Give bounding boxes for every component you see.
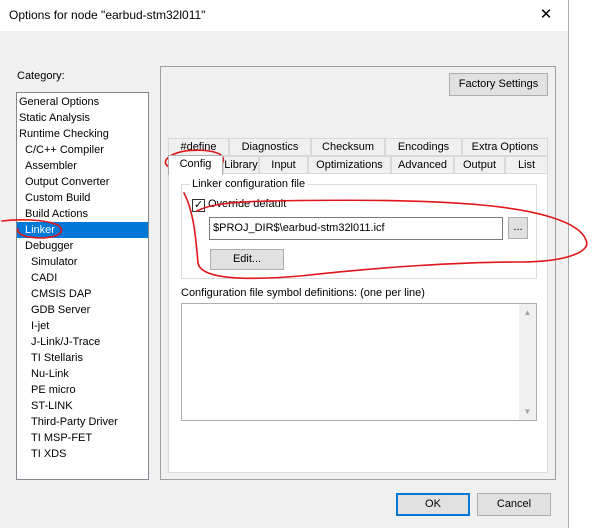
category-item-static-analysis[interactable]: Static Analysis xyxy=(17,110,148,126)
tab-library[interactable]: Library xyxy=(223,156,259,174)
category-item-nu-link[interactable]: Nu-Link xyxy=(17,366,148,382)
category-item-c-c-compiler[interactable]: C/C++ Compiler xyxy=(17,142,148,158)
category-item-gdb-server[interactable]: GDB Server xyxy=(17,302,148,318)
tab-encodings[interactable]: Encodings xyxy=(385,138,462,156)
symbol-definitions-textarea[interactable]: ▲ ▼ xyxy=(181,303,537,421)
override-default-checkbox[interactable]: ✓ xyxy=(192,199,205,212)
category-label: Category: xyxy=(17,70,65,82)
category-item-st-link[interactable]: ST-LINK xyxy=(17,398,148,414)
browse-button[interactable]: ... xyxy=(508,217,528,239)
window-title: Options for node "earbud-stm32l011" xyxy=(9,8,206,22)
tab-diagnostics[interactable]: Diagnostics xyxy=(229,138,311,156)
category-item-third-party-driver[interactable]: Third-Party Driver xyxy=(17,414,148,430)
options-dialog: Options for node "earbud-stm32l011" ✕ Ca… xyxy=(0,0,569,528)
override-default-label[interactable]: Override default xyxy=(208,198,286,210)
edit-button[interactable]: Edit... xyxy=(210,249,284,270)
category-item-debugger[interactable]: Debugger xyxy=(17,238,148,254)
category-item-general-options[interactable]: General Options xyxy=(17,94,148,110)
tab-optimizations[interactable]: Optimizations xyxy=(308,156,391,174)
close-icon[interactable]: ✕ xyxy=(534,3,558,27)
tab-extra-options[interactable]: Extra Options xyxy=(462,138,548,156)
category-item-cmsis-dap[interactable]: CMSIS DAP xyxy=(17,286,148,302)
symbol-definitions-scrollbar[interactable]: ▲ ▼ xyxy=(519,304,536,420)
scroll-down-icon[interactable]: ▼ xyxy=(519,403,536,420)
cancel-button[interactable]: Cancel xyxy=(477,493,551,516)
category-item-pe-micro[interactable]: PE micro xyxy=(17,382,148,398)
tab-list[interactable]: List xyxy=(505,156,548,174)
category-item-j-link-j-trace[interactable]: J-Link/J-Trace xyxy=(17,334,148,350)
tab-advanced[interactable]: Advanced xyxy=(391,156,454,174)
category-item-simulator[interactable]: Simulator xyxy=(17,254,148,270)
category-item-ti-msp-fet[interactable]: TI MSP-FET xyxy=(17,430,148,446)
tab-input[interactable]: Input xyxy=(259,156,308,174)
tab-config[interactable]: Config xyxy=(168,155,223,175)
category-item-assembler[interactable]: Assembler xyxy=(17,158,148,174)
scroll-up-icon[interactable]: ▲ xyxy=(519,304,536,321)
category-item-cadi[interactable]: CADI xyxy=(17,270,148,286)
category-item-ti-xds[interactable]: TI XDS xyxy=(17,446,148,462)
factory-settings-button[interactable]: Factory Settings xyxy=(449,73,548,96)
category-item-custom-build[interactable]: Custom Build xyxy=(17,190,148,206)
category-item-i-jet[interactable]: I-jet xyxy=(17,318,148,334)
category-list[interactable]: General Options Static Analysis Runtime Ch… xyxy=(16,92,149,480)
category-item-ti-stellaris[interactable]: TI Stellaris xyxy=(17,350,148,366)
tab-output[interactable]: Output xyxy=(454,156,505,174)
category-item-linker[interactable]: Linker xyxy=(17,222,148,238)
category-item-build-actions[interactable]: Build Actions xyxy=(17,206,148,222)
symbol-definitions-label: Configuration file symbol definitions: (… xyxy=(181,287,425,299)
linker-config-group-title: Linker configuration file xyxy=(190,178,308,190)
tab-define[interactable]: #define xyxy=(168,138,229,156)
category-item-runtime-checking[interactable]: Runtime Checking xyxy=(17,126,148,142)
config-file-path-input[interactable]: $PROJ_DIR$\earbud-stm32l011.icf xyxy=(209,217,503,240)
title-bar: Options for node "earbud-stm32l011" ✕ xyxy=(0,0,568,31)
tab-checksum[interactable]: Checksum xyxy=(311,138,385,156)
category-item-output-converter[interactable]: Output Converter xyxy=(17,174,148,190)
ok-button[interactable]: OK xyxy=(396,493,470,516)
